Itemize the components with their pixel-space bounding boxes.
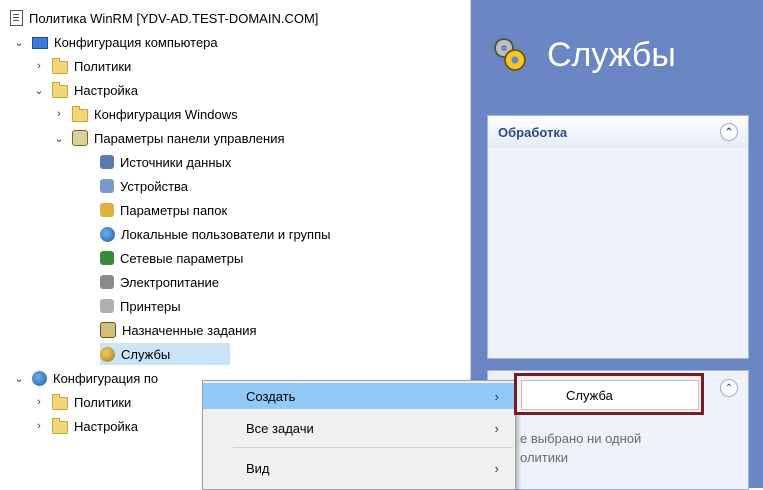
- tree-item-data-sources[interactable]: Источники данных: [100, 151, 231, 173]
- menu-separator: [233, 447, 513, 448]
- devices-icon: [100, 179, 114, 193]
- tree-item-windows-config[interactable]: › Конфигурация Windows: [52, 103, 238, 125]
- tree-item-label: Настройка: [74, 82, 138, 98]
- tree-item-control-panel[interactable]: ⌄ Параметры панели управления: [52, 127, 285, 149]
- collapse-icon[interactable]: ⌃: [720, 379, 738, 397]
- chevron-right-icon: ›: [494, 388, 499, 404]
- tree-item-network[interactable]: Сетевые параметры: [100, 247, 243, 269]
- tree-item-label: Устройства: [120, 178, 189, 194]
- users-icon: [100, 226, 115, 242]
- chevron-right-icon[interactable]: ›: [32, 395, 46, 409]
- tree-item-devices[interactable]: Устройства: [100, 175, 188, 197]
- menu-item-label: Служба: [566, 387, 613, 403]
- tree-item-label: Конфигурация компьютера: [54, 34, 218, 50]
- tree-root[interactable]: Политика WinRM [YDV-AD.TEST-DOMAIN.COM]: [10, 7, 318, 29]
- tree-root-label: Политика WinRM [YDV-AD.TEST-DOMAIN.COM]: [29, 10, 319, 26]
- scheduled-tasks-icon: [100, 322, 116, 338]
- tree-item-label: Параметры папок: [120, 202, 228, 218]
- panel-header: Службы: [471, 0, 763, 100]
- tree-item-folder-options[interactable]: Параметры папок: [100, 199, 227, 221]
- control-panel-icon: [72, 130, 88, 146]
- tree-item-label: Локальные пользователи и группы: [121, 226, 331, 242]
- tree-item-scheduled-tasks[interactable]: Назначенные задания: [100, 319, 257, 341]
- collapse-icon[interactable]: ⌃: [720, 123, 738, 141]
- tree-item-label: Параметры панели управления: [94, 130, 285, 146]
- chevron-down-icon[interactable]: ⌄: [32, 83, 46, 97]
- user-config-icon: [32, 370, 47, 386]
- policy-document-icon: [10, 10, 23, 26]
- menu-item-service[interactable]: Служба: [521, 380, 699, 410]
- tree-item-label: Конфигурация Windows: [94, 106, 238, 122]
- chevron-right-icon[interactable]: ›: [32, 419, 46, 433]
- tree-item-local-users[interactable]: Локальные пользователи и группы: [100, 223, 330, 245]
- folder-icon: [52, 418, 68, 434]
- chevron-down-icon[interactable]: ⌄: [52, 131, 66, 145]
- menu-item-label: Вид: [246, 460, 270, 476]
- panel-title: Службы: [547, 36, 676, 74]
- tree-item-power[interactable]: Электропитание: [100, 271, 219, 293]
- computer-icon: [32, 37, 48, 49]
- tree-item-label: Источники данных: [120, 154, 232, 170]
- tree-item-label: Службы: [121, 346, 171, 362]
- tree-item-label: Политики: [74, 58, 132, 74]
- tree-item-label: Электропитание: [120, 274, 219, 290]
- context-menu: Создать › Все задачи › Вид ›: [202, 380, 516, 490]
- chevron-right-icon: ›: [494, 420, 499, 436]
- power-icon: [100, 275, 114, 289]
- tree-item-label: Сетевые параметры: [120, 250, 244, 266]
- processing-section-header[interactable]: Обработка ⌃: [488, 116, 748, 148]
- tree-item-label: Настройка: [74, 418, 138, 434]
- tree-item-user-settings[interactable]: › Настройка: [32, 415, 138, 437]
- tree-item-printers[interactable]: Принтеры: [100, 295, 181, 317]
- folder-icon: [52, 82, 68, 98]
- folder-options-icon: [100, 203, 114, 217]
- folder-icon: [72, 106, 88, 122]
- chevron-right-icon[interactable]: ›: [32, 59, 46, 73]
- chevron-down-icon[interactable]: ⌄: [12, 371, 26, 385]
- tree-item-user-policies[interactable]: › Политики: [32, 391, 131, 413]
- menu-item-view[interactable]: Вид ›: [203, 455, 515, 481]
- tree-item-label: Конфигурация по: [53, 370, 159, 386]
- tree-item-computer-config[interactable]: ⌄ Конфигурация компьютера: [12, 31, 218, 53]
- folder-icon: [52, 58, 68, 74]
- chevron-down-icon[interactable]: ⌄: [12, 35, 26, 49]
- services-gear-icon: [494, 38, 526, 71]
- section-title: Обработка: [498, 124, 568, 140]
- data-sources-icon: [100, 155, 114, 169]
- tree-item-label: Назначенные задания: [122, 322, 257, 338]
- chevron-right-icon: ›: [494, 460, 499, 476]
- tree-item-label: Принтеры: [120, 298, 181, 314]
- menu-item-label: Создать: [246, 388, 296, 404]
- menu-item-create[interactable]: Создать ›: [203, 383, 515, 409]
- no-policy-message: е выбрано ни одной олитики: [520, 431, 642, 465]
- chevron-right-icon[interactable]: ›: [52, 107, 66, 121]
- menu-item-label: Все задачи: [246, 420, 314, 436]
- submenu: Служба: [514, 373, 704, 415]
- menu-item-all-tasks[interactable]: Все задачи ›: [203, 415, 515, 441]
- tree-item-policies[interactable]: › Политики: [32, 55, 131, 77]
- tree-item-label: Политики: [74, 394, 132, 410]
- printer-icon: [100, 299, 114, 313]
- tree-item-services[interactable]: Службы: [100, 343, 231, 365]
- folder-icon: [52, 394, 68, 410]
- tree-item-user-config[interactable]: ⌄ Конфигурация по: [12, 367, 158, 389]
- network-icon: [100, 251, 114, 265]
- processing-section: Обработка ⌃: [487, 115, 749, 359]
- tree-item-settings[interactable]: ⌄ Настройка: [32, 79, 138, 101]
- services-gear-icon: [100, 346, 115, 362]
